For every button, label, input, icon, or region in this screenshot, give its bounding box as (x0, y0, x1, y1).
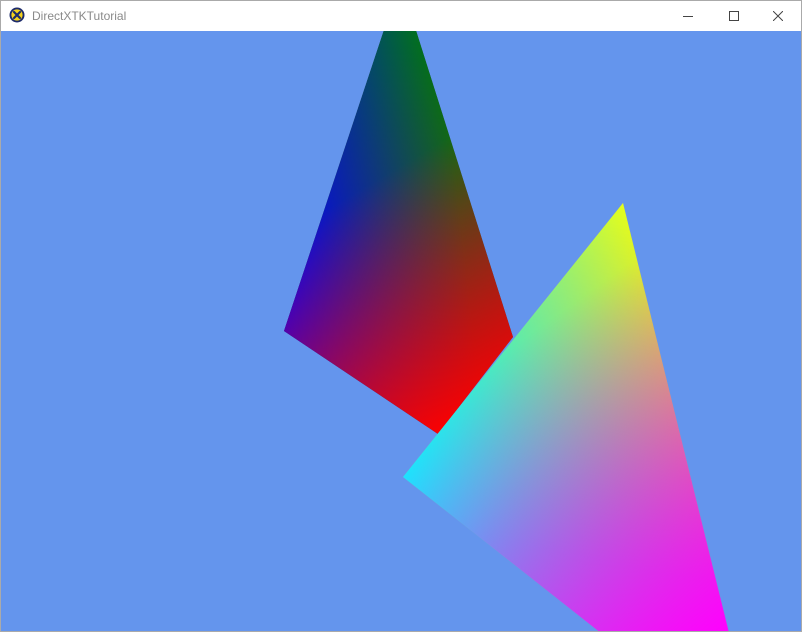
directx-icon (9, 7, 25, 23)
window-title: DirectXTKTutorial (32, 9, 127, 23)
app-window: DirectXTKTutorial (0, 0, 802, 632)
minimize-button[interactable] (665, 1, 711, 31)
maximize-button[interactable] (711, 1, 757, 31)
render-canvas (1, 31, 801, 631)
minimize-icon (683, 11, 693, 21)
close-icon (773, 11, 783, 21)
render-viewport[interactable] (1, 31, 801, 631)
close-button[interactable] (755, 1, 801, 31)
maximize-icon (729, 11, 739, 21)
title-bar[interactable]: DirectXTKTutorial (1, 1, 801, 31)
